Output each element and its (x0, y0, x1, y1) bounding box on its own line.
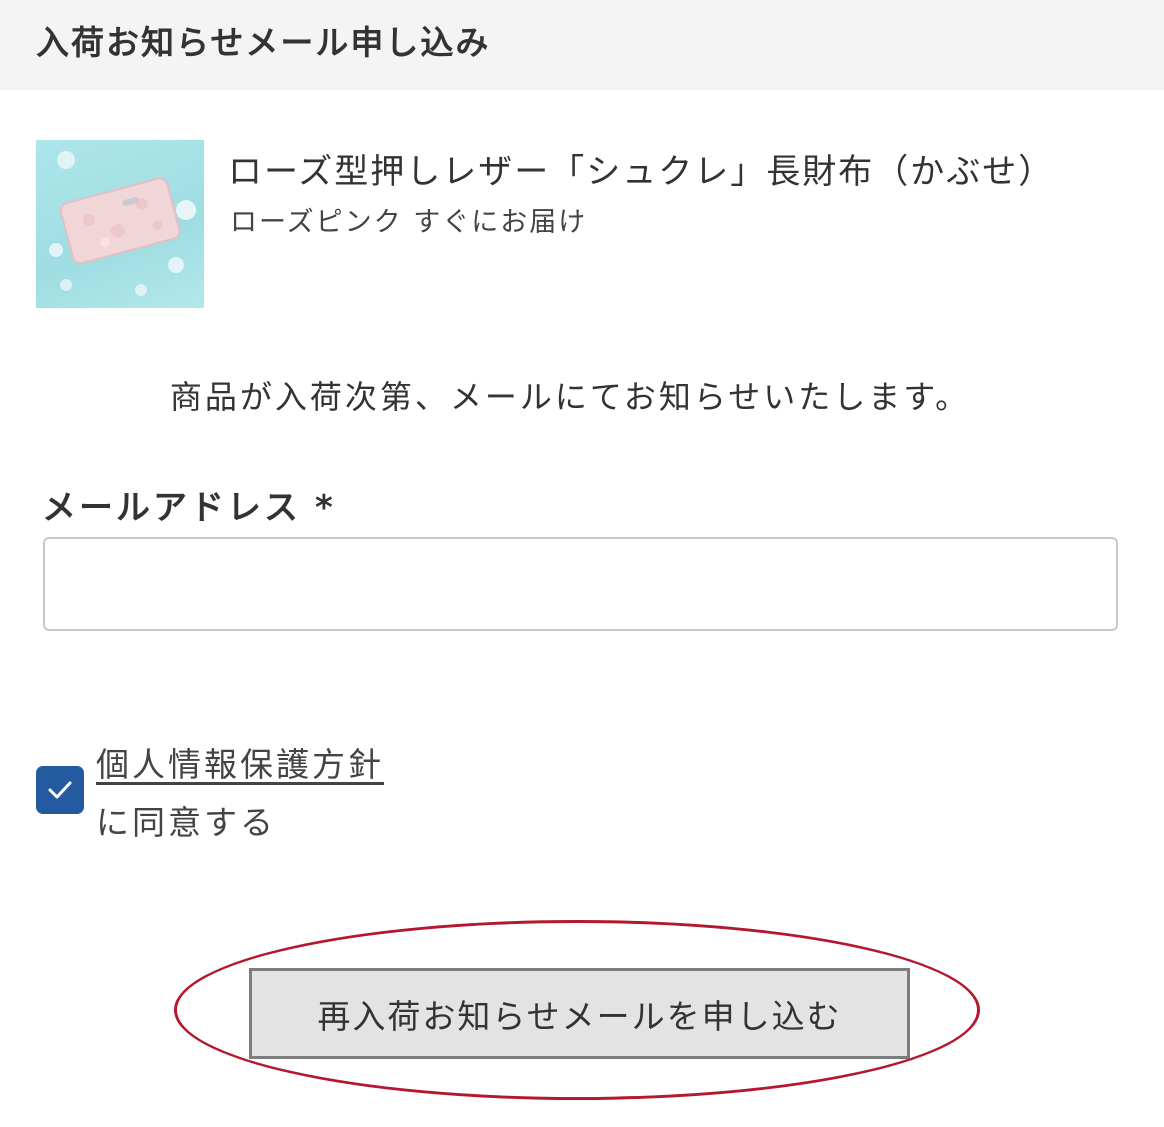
product-wallet-photo-icon (49, 151, 196, 296)
header-bar: 入荷お知らせメール申し込み (0, 0, 1164, 90)
page-title: 入荷お知らせメール申し込み (36, 23, 491, 62)
restock-notice-text: 商品が入荷次第、メールにてお知らせいたします。 (169, 378, 971, 416)
product-variant: ローズピンク すぐにお届け (230, 207, 588, 238)
restock-notification-page: 入荷お知らせメール申し込み ローズ型押しレザー「シュクレ」長財布（かぶせ） ロー… (0, 0, 1164, 1127)
product-name: ローズ型押しレザー「シュクレ」長財布（かぶせ） (228, 152, 1055, 192)
checkmark-icon (48, 781, 72, 799)
product-image (36, 140, 204, 308)
privacy-consent-checkbox[interactable] (36, 766, 84, 814)
agree-text: に同意する (96, 803, 276, 842)
required-mark: * (315, 488, 336, 528)
privacy-policy-link[interactable]: 個人情報保護方針 (96, 738, 384, 786)
submit-restock-request-button[interactable]: 再入荷お知らせメールを申し込む (249, 968, 910, 1059)
email-field-label: メールアドレス * (42, 480, 336, 529)
email-field[interactable] (43, 537, 1118, 631)
email-label-text: メールアドレス (42, 488, 301, 528)
